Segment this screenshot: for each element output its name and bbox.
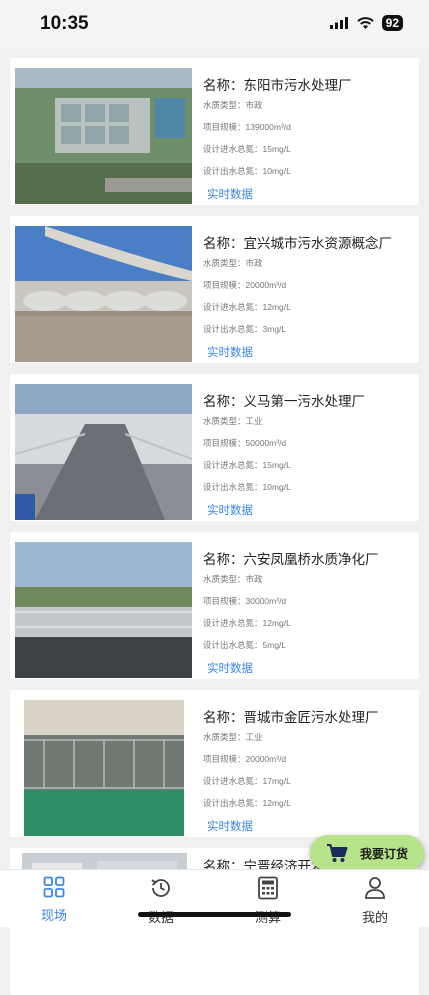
project-photo[interactable] <box>15 384 192 520</box>
realtime-data-link[interactable]: 实时数据 <box>203 660 253 676</box>
scale-row: 项目规模：30000m³/d <box>203 596 287 606</box>
in-nitrogen-row: 设计进水总氮：12mg/L <box>203 618 291 628</box>
tab-data[interactable]: 数据 <box>121 876 201 926</box>
realtime-data-link[interactable]: 实时数据 <box>203 818 253 834</box>
project-info: 名称：东阳市污水处理厂 水质类型：市政 项目规模：139000m³/d 设计进水… <box>203 74 352 203</box>
out-nitrogen-row: 设计出水总氮：3mg/L <box>203 324 287 334</box>
tab-bar: 现场 数据 测算 我的 <box>0 869 429 927</box>
status-time: 10:35 <box>40 13 89 34</box>
water-type-row: 水质类型：市政 <box>203 258 263 268</box>
water-type-row: 水质类型：市政 <box>203 100 263 110</box>
project-photo[interactable] <box>15 542 192 678</box>
in-nitrogen-row: 设计进水总氮：12mg/L <box>203 302 291 312</box>
out-nitrogen-row: 设计出水总氮：12mg/L <box>203 798 291 808</box>
project-card[interactable]: 名称：晋城市金匠污水处理厂 水质类型：工业 项目规模：20000m³/d 设计进… <box>10 690 419 837</box>
status-icons: 92 <box>329 15 403 31</box>
history-icon <box>151 879 170 897</box>
water-type-row: 水质类型：工业 <box>203 416 263 426</box>
in-nitrogen-row: 设计进水总氮：15mg/L <box>203 144 291 154</box>
water-type-row: 水质类型：市政 <box>203 574 263 584</box>
realtime-data-link[interactable]: 实时数据 <box>203 344 253 360</box>
project-photo[interactable] <box>24 700 184 836</box>
order-button[interactable]: 我要订货 <box>310 835 424 871</box>
scale-row: 项目规模：139000m³/d <box>203 122 291 132</box>
project-card[interactable]: 名称：义马第一污水处理厂 水质类型：工业 项目规模：50000m³/d 设计进水… <box>10 374 419 521</box>
realtime-data-link[interactable]: 实时数据 <box>203 502 253 518</box>
out-nitrogen-row: 设计出水总氮：10mg/L <box>203 482 291 492</box>
home-indicator <box>138 912 291 917</box>
project-name: 名称：义马第一污水处理厂 <box>203 394 365 409</box>
project-card[interactable]: 名称：六安凤凰桥水质净化厂 水质类型：市政 项目规模：30000m³/d 设计进… <box>10 532 419 679</box>
project-photo[interactable] <box>15 68 192 204</box>
scale-row: 项目规模：20000m³/d <box>203 280 287 290</box>
calculator-icon <box>258 876 278 900</box>
project-info: 名称：晋城市金匠污水处理厂 水质类型：工业 项目规模：20000m³/d 设计进… <box>203 706 379 835</box>
order-button-label: 我要订货 <box>360 846 409 861</box>
project-name: 名称：宜兴城市污水资源概念厂 <box>203 236 392 251</box>
cart-icon <box>327 844 348 862</box>
in-nitrogen-row: 设计进水总氮：17mg/L <box>203 776 291 786</box>
in-nitrogen-row: 设计进水总氮：15mg/L <box>203 460 291 470</box>
grid-icon <box>43 876 65 898</box>
out-nitrogen-row: 设计出水总氮：10mg/L <box>203 166 291 176</box>
water-type-row: 水质类型：工业 <box>203 732 263 742</box>
tab-site[interactable]: 现场 <box>14 876 94 924</box>
battery-icon: 92 <box>381 15 403 31</box>
scale-row: 项目规模：20000m³/d <box>203 754 287 764</box>
project-name: 名称：六安凤凰桥水质净化厂 <box>203 552 379 567</box>
project-photo[interactable] <box>15 226 192 362</box>
realtime-data-link[interactable]: 实时数据 <box>203 186 253 202</box>
out-nitrogen-row: 设计出水总氮：5mg/L <box>203 640 287 650</box>
project-name: 名称：晋城市金匠污水处理厂 <box>203 710 379 725</box>
tab-mine[interactable]: 我的 <box>335 876 415 926</box>
project-info: 名称：六安凤凰桥水质净化厂 水质类型：市政 项目规模：30000m³/d 设计进… <box>203 548 379 677</box>
wifi-icon <box>356 16 374 29</box>
project-card[interactable]: 名称：宜兴城市污水资源概念厂 水质类型：市政 项目规模：20000m³/d 设计… <box>10 216 419 363</box>
tab-label: 现场 <box>40 908 67 923</box>
user-icon <box>365 877 385 899</box>
project-card[interactable]: 名称：东阳市污水处理厂 水质类型：市政 项目规模：139000m³/d 设计进水… <box>10 58 419 205</box>
status-bar: 10:35 92 <box>0 0 429 48</box>
project-name: 名称：东阳市污水处理厂 <box>203 78 352 93</box>
project-info: 名称：宜兴城市污水资源概念厂 水质类型：市政 项目规模：20000m³/d 设计… <box>203 232 392 361</box>
tab-label: 我的 <box>361 910 388 925</box>
tab-calculate[interactable]: 测算 <box>228 876 308 926</box>
project-info: 名称：义马第一污水处理厂 水质类型：工业 项目规模：50000m³/d 设计进水… <box>203 390 365 519</box>
signal-icon <box>329 17 348 29</box>
scale-row: 项目规模：50000m³/d <box>203 438 287 448</box>
